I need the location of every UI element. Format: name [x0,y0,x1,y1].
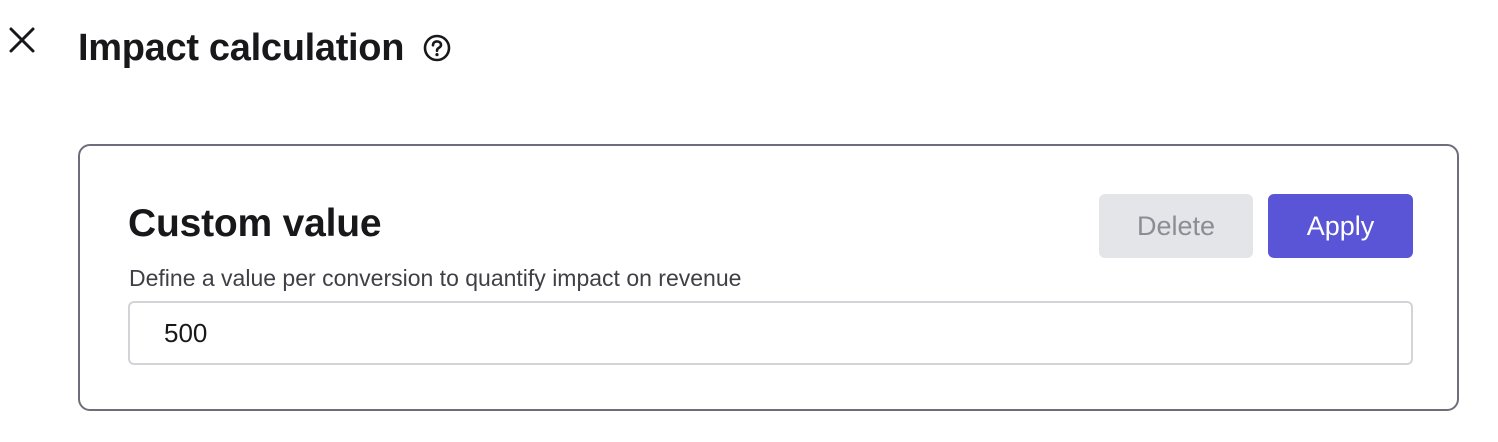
header: Impact calculation [78,22,452,74]
custom-value-card: Custom value Define a value per conversi… [78,144,1459,411]
page-title: Impact calculation [78,26,405,69]
question-circle-icon [423,34,451,62]
impact-calculation-panel: Impact calculation Custom value Define a… [0,0,1498,442]
delete-button[interactable]: Delete [1099,194,1253,258]
card-description: Define a value per conversion to quantif… [129,265,742,291]
close-icon [9,27,35,53]
custom-value-input[interactable] [128,301,1413,365]
help-button[interactable] [422,33,452,63]
close-button[interactable] [4,22,40,58]
apply-button[interactable]: Apply [1268,194,1413,258]
card-title: Custom value [128,202,382,245]
